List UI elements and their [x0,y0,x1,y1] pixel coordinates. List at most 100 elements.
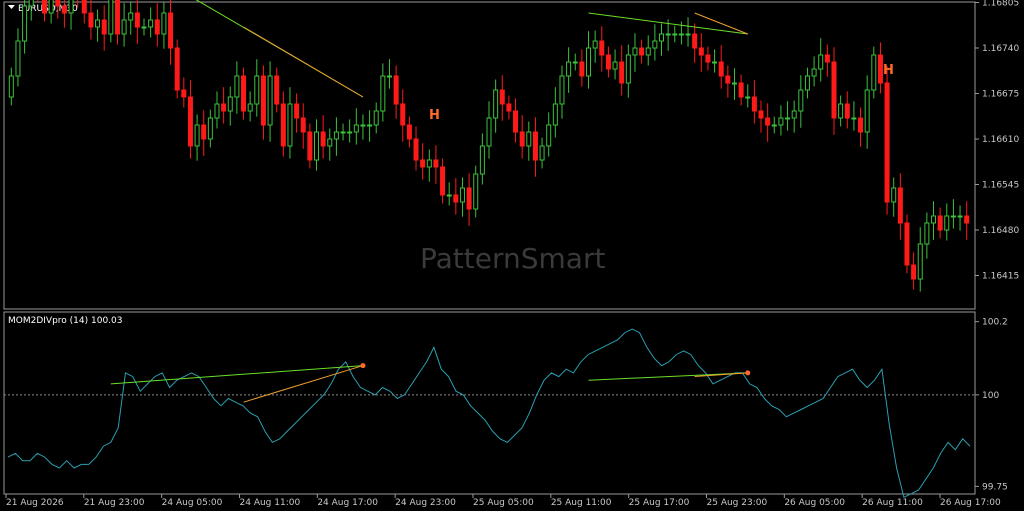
chart-canvas: PatternSmart EURUSD,M30 MOM2DIVpro (14) … [3,0,1019,508]
price-tick-label: 1.16415 [982,272,1019,282]
candle-body [751,96,757,112]
candle-body [778,117,784,126]
candle-body [340,131,346,134]
candle-body [108,0,114,35]
candle-body [678,33,684,36]
momentum-tick-label: 100.2 [982,318,1008,328]
momentum-trendline-green-1 [110,365,363,385]
candle-body [433,159,439,168]
candle-body [294,103,300,119]
candle-body [964,215,970,224]
price-tick-label: 1.16480 [982,226,1019,236]
candle-body [393,75,399,105]
candle-body [134,12,140,28]
time-tick-label: 21 Aug 2026 [6,498,64,508]
candle-body [871,54,877,91]
candle-body [148,19,154,28]
candle-body [380,75,386,112]
candle-body [55,0,61,7]
candle-body [493,89,499,119]
candle-body [499,89,505,105]
price-tick-label: 1.16805 [982,0,1019,9]
candle-body [400,103,406,126]
candle-body [632,47,638,56]
candle-body [161,12,167,35]
candle-body [479,145,485,175]
candle-body [506,103,512,112]
momentum-trendline-green-2 [588,372,748,381]
candle-body [300,117,306,133]
candle-body [824,54,830,63]
time-tick-label: 25 Aug 05:00 [473,498,534,508]
candle-body [168,12,174,49]
candle-body [413,138,419,161]
candle-body [592,40,598,49]
menu-triangle-icon[interactable] [8,5,15,9]
momentum-trendline-orange-1 [243,365,364,403]
candle-body [214,103,220,119]
time-tick-label: 24 Aug 05:00 [162,498,223,508]
candle-body [141,26,147,29]
candle-body [745,96,751,99]
candle-body [911,264,917,280]
candle-body [22,5,28,42]
time-tick-label: 25 Aug 23:00 [707,498,768,508]
candle-body [280,103,286,147]
candle-body [785,117,791,120]
candle-body [864,89,870,133]
divergence-dot-1 [360,363,366,369]
candle-body [453,194,459,203]
time-tick-label: 21 Aug 23:00 [84,498,145,508]
candle-body [353,124,359,133]
candle-body [347,131,353,134]
time-tick-label: 24 Aug 17:00 [317,498,378,508]
candle-body [605,54,611,70]
candle-body [360,124,366,127]
candle-body [260,75,266,126]
candle-body [917,243,923,280]
candle-body [128,12,134,21]
candle-body [526,131,532,147]
candle-body [877,54,883,84]
candle-body [838,103,844,119]
candle-body [459,187,465,203]
candle-body [81,0,87,14]
candle-body [386,75,392,78]
candle-body [599,40,605,56]
indicator-panel-frame [3,311,976,495]
momentum-tick-label: 100 [982,391,999,401]
candle-body [61,5,67,14]
candle-body [95,19,101,28]
trendlines-group [110,0,751,403]
candle-body [68,0,74,14]
candle-body [446,194,452,197]
candle-body [705,54,711,63]
candle-body [181,89,187,98]
candle-body [665,33,671,36]
candle-body [672,33,678,36]
candle-body [950,215,956,218]
candle-body [758,110,764,119]
candle-body [519,131,525,147]
candle-body [685,33,691,36]
candle-body [731,82,737,85]
candle-body [546,124,552,147]
price-tick-label: 1.16740 [982,44,1019,54]
candle-body [572,61,578,64]
candle-body [566,61,572,77]
candle-body [718,61,724,77]
candle-body [15,40,21,77]
candle-body [539,145,545,161]
candle-body [207,117,213,140]
candle-body [931,215,937,224]
candle-body [559,75,565,105]
y-axis-labels: 1.168701.168051.167401.166751.166101.165… [975,0,1019,492]
price-tick-label: 1.16610 [982,135,1019,145]
candle-body [274,75,280,105]
candle-body [367,124,373,127]
candle-body [254,75,260,105]
candle-body [818,54,824,70]
candle-body [957,215,963,218]
candle-body [658,33,664,42]
candle-body [221,103,227,112]
